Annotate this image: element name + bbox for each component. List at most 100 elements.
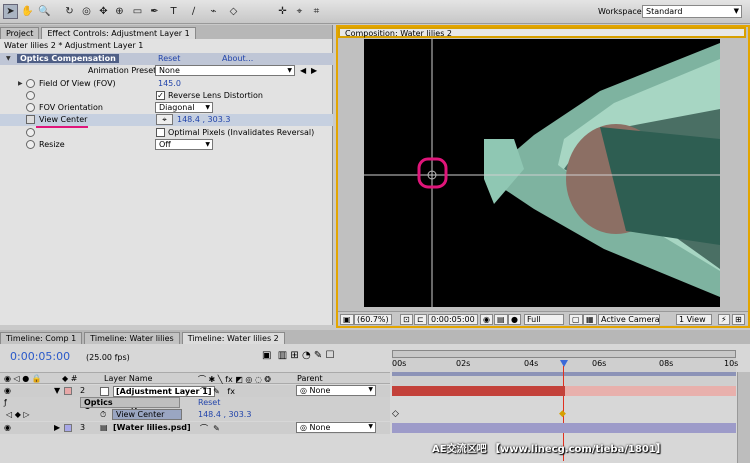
- eraser-tool-icon[interactable]: ◇: [226, 4, 241, 19]
- view-center-row[interactable]: View Center ⌖ 148.4 , 303.3: [0, 114, 333, 126]
- resize-row: Resize Off: [0, 139, 333, 151]
- comp-bottom-bar: ▣ (60.7%) ⊡ ⊏ 0:00:05:00 ◉ ▤ ● Full ▢ ▦ …: [338, 311, 748, 325]
- fx-toggle-icon[interactable]: ƒ: [4, 398, 7, 407]
- reset-link[interactable]: Reset: [158, 54, 180, 63]
- roi-icon[interactable]: ▢: [569, 314, 583, 325]
- expand-triangle-icon[interactable]: ▶: [18, 80, 23, 87]
- resolution-select[interactable]: Full: [524, 314, 564, 325]
- workspace-select[interactable]: Standard: [642, 5, 742, 18]
- effect-header-row[interactable]: ▼ Optics Compensation Reset About...: [0, 53, 333, 65]
- stopwatch-active-icon[interactable]: ⏱: [100, 410, 106, 420]
- tab-effect-controls[interactable]: Effect Controls: Adjustment Layer 1: [41, 27, 196, 39]
- stopwatch-icon[interactable]: [26, 91, 35, 100]
- timeline-scrollbar[interactable]: [737, 372, 750, 463]
- layer-switches[interactable]: ⌒ ✎ fx: [200, 386, 235, 397]
- effect-name: Optics Compensation: [17, 54, 119, 63]
- stopwatch-icon[interactable]: [26, 128, 35, 137]
- clone-stamp-icon[interactable]: ⌁: [206, 4, 221, 19]
- pen-tool-icon[interactable]: ✒: [147, 4, 162, 19]
- current-time-field[interactable]: 0:00:05:00: [428, 314, 478, 325]
- resize-dropdown[interactable]: Off: [155, 139, 213, 150]
- left-tabs: Project Effect Controls: Adjustment Laye…: [0, 25, 332, 39]
- mask-view-icon[interactable]: ⊏: [414, 314, 427, 325]
- stopwatch-icon[interactable]: [26, 103, 35, 112]
- rectangle-mask-icon[interactable]: ▭: [130, 4, 145, 19]
- presets-next-icon[interactable]: ▶: [311, 66, 317, 75]
- transparency-grid-icon[interactable]: ▦: [583, 314, 597, 325]
- layer-number: 2: [80, 386, 86, 395]
- zoom-tool-icon[interactable]: 🔍: [37, 4, 52, 19]
- brush-tool-icon[interactable]: ∕: [186, 4, 201, 19]
- rotate-tool-icon[interactable]: ↻: [62, 4, 77, 19]
- layer-row[interactable]: ◉ ▼ 2 [Adjustment Layer 1] ⌒ ✎ fx ◎ None…: [0, 385, 390, 397]
- eye-icon[interactable]: ◉: [4, 386, 11, 395]
- timeline-switch-icons[interactable]: ▣ ▥ ⊞ ◔ ✎ ☐: [262, 350, 334, 361]
- stopwatch-active-icon[interactable]: [26, 115, 35, 124]
- show-snapshot-icon[interactable]: ▤: [494, 314, 508, 325]
- parent-dropdown[interactable]: ◎ None ▼: [296, 385, 376, 396]
- expand-triangle-icon[interactable]: ▼: [54, 386, 60, 395]
- fast-preview-icon[interactable]: ⚡: [718, 314, 730, 325]
- optimal-row: Optimal Pixels (Invalidates Reversal): [0, 127, 333, 139]
- reverse-checkbox[interactable]: ✓: [156, 91, 165, 100]
- view-center-value[interactable]: 148.4 , 303.3: [177, 115, 230, 124]
- effect-controls-panel: Project Effect Controls: Adjustment Laye…: [0, 25, 333, 325]
- presets-prev-icon[interactable]: ◀: [300, 66, 306, 75]
- view-axis-icon[interactable]: ⌗: [309, 4, 324, 19]
- selection-tool-icon[interactable]: ➤: [3, 4, 18, 19]
- tab-timeline-water-lilies[interactable]: Timeline: Water lilies: [84, 332, 180, 344]
- presets-dropdown[interactable]: None: [155, 65, 295, 76]
- label-color-swatch[interactable]: [64, 387, 72, 395]
- tab-project[interactable]: Project: [0, 27, 40, 39]
- stopwatch-icon[interactable]: [26, 79, 35, 88]
- tab-timeline-comp1[interactable]: Timeline: Comp 1: [0, 332, 83, 344]
- orbit-camera-icon[interactable]: ◎: [79, 4, 94, 19]
- orientation-row: FOV Orientation Diagonal: [0, 102, 333, 114]
- layer-switches[interactable]: ⌒ ✎: [200, 423, 220, 434]
- track-xy-camera-icon[interactable]: ✥: [96, 4, 111, 19]
- hand-tool-icon[interactable]: ✋: [20, 4, 35, 19]
- eye-icon[interactable]: ◉: [4, 423, 11, 432]
- world-axis-icon[interactable]: ⌖: [292, 4, 307, 19]
- crosshair-icon[interactable]: ⌖: [156, 114, 173, 125]
- label-color-swatch[interactable]: [64, 424, 72, 432]
- title-safe-icon[interactable]: ⊡: [400, 314, 413, 325]
- vc-value[interactable]: 148.4 , 303.3: [198, 410, 251, 419]
- keyframe-current-icon[interactable]: ◆: [559, 409, 566, 419]
- time-navigator[interactable]: [392, 350, 736, 358]
- parent-header: Parent: [297, 374, 323, 383]
- effect-reset-link[interactable]: Reset: [198, 398, 220, 407]
- resize-label: Resize: [39, 140, 65, 149]
- snapshot-icon[interactable]: ◉: [480, 314, 493, 325]
- optimal-checkbox[interactable]: [156, 128, 165, 137]
- zoom-select[interactable]: (60.7%): [354, 314, 392, 325]
- layer-bar-purple[interactable]: [392, 423, 736, 433]
- presets-row: Animation Presets: None ◀ ▶: [0, 65, 333, 77]
- stopwatch-icon[interactable]: [26, 140, 35, 149]
- view-layout-select[interactable]: 1 View: [676, 314, 712, 325]
- collapse-triangle-icon[interactable]: ▼: [6, 55, 11, 62]
- camera-select[interactable]: Active Camera: [598, 314, 660, 325]
- keyframe-nav-icon[interactable]: ◁ ◆ ▷: [6, 410, 30, 419]
- layer-name[interactable]: [Water lilies.psd]: [113, 423, 191, 432]
- color-channel-icon[interactable]: ●: [508, 314, 521, 325]
- expand-triangle-icon[interactable]: ▶: [54, 423, 60, 432]
- vc-name-cell: View Center: [112, 409, 182, 420]
- solid-icon: [100, 387, 109, 396]
- tab-composition[interactable]: Composition: Water lilies 2: [338, 27, 746, 38]
- text-tool-icon[interactable]: T: [166, 4, 181, 19]
- keyframe-start-icon[interactable]: ◇: [392, 409, 399, 419]
- parent-dropdown[interactable]: ◎ None ▼: [296, 422, 376, 433]
- comp-flowchart-icon[interactable]: ⊞: [732, 314, 745, 325]
- composition-viewer[interactable]: [364, 39, 720, 307]
- about-link[interactable]: About...: [222, 54, 253, 63]
- orientation-dropdown[interactable]: Diagonal: [155, 102, 213, 113]
- pan-behind-icon[interactable]: ⊕: [112, 4, 127, 19]
- layer-row[interactable]: ◉ ▶ 3 ▤ [Water lilies.psd] ⌒ ✎ ◎ None ▼: [0, 422, 390, 434]
- reverse-row: ✓ Reverse Lens Distortion: [0, 90, 333, 102]
- fov-value[interactable]: 145.0: [158, 79, 181, 88]
- local-axis-icon[interactable]: ✛: [275, 4, 290, 19]
- current-time-display[interactable]: 0:00:05:00: [10, 350, 70, 363]
- always-preview-icon[interactable]: ▣: [340, 314, 354, 325]
- tab-timeline-water-lilies-2[interactable]: Timeline: Water lilies 2: [181, 332, 285, 344]
